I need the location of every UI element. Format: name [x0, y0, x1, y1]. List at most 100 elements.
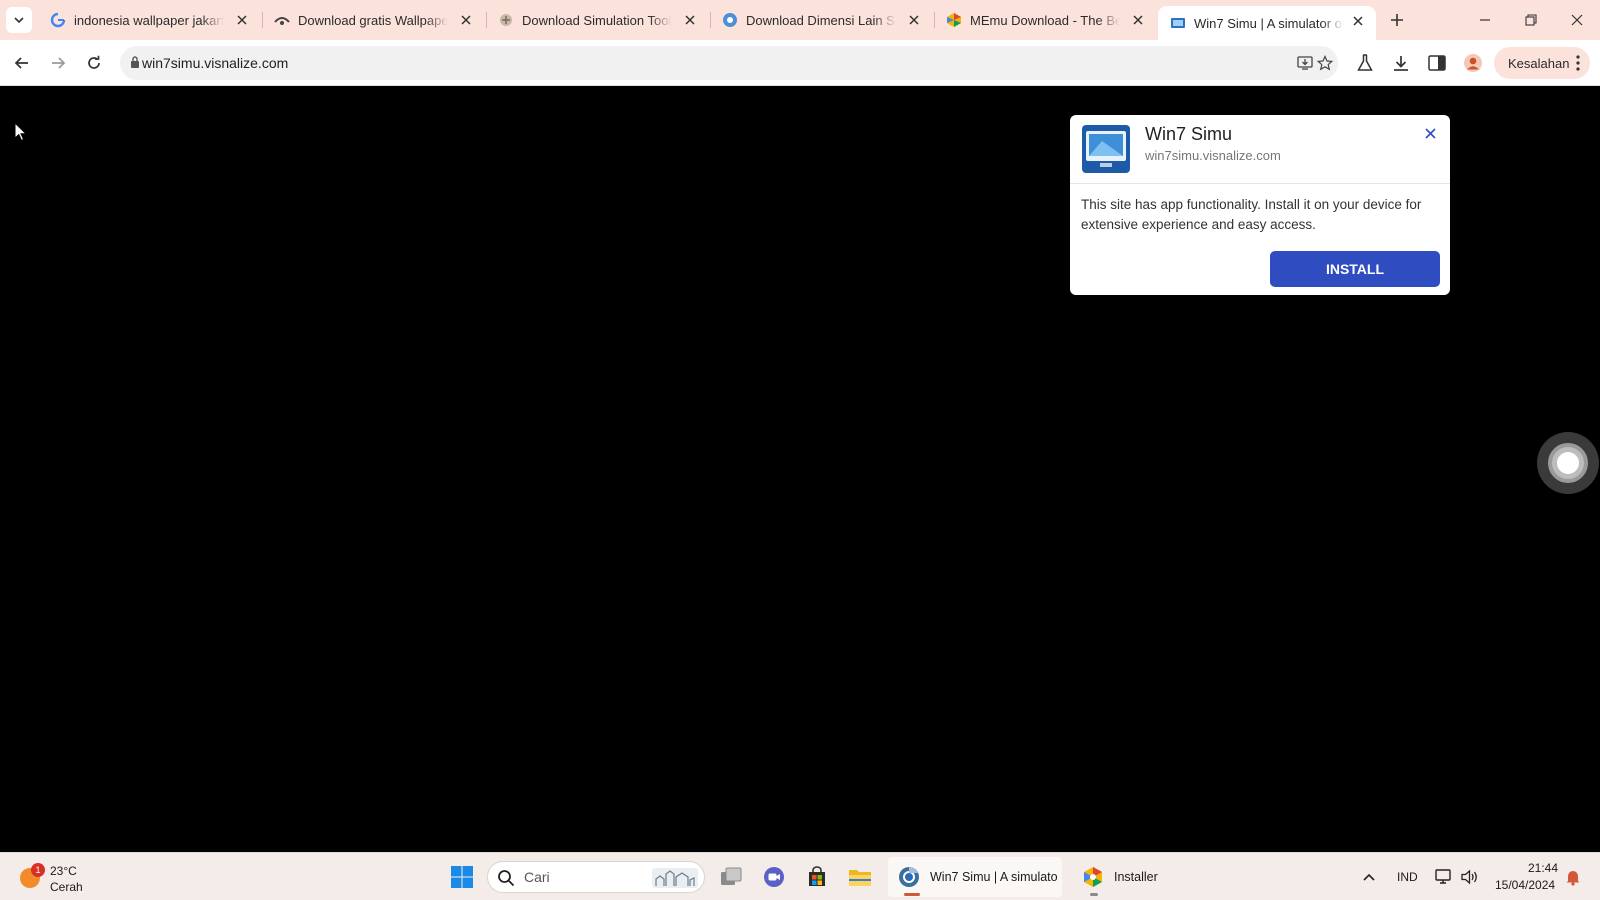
search-highlight-image	[652, 868, 698, 888]
taskbar-app-installer[interactable]: Installer	[1072, 857, 1178, 897]
install-app-icon[interactable]	[1296, 54, 1314, 72]
weather-temperature: 23°C	[50, 864, 77, 878]
restore-icon	[1525, 14, 1537, 26]
arrow-left-icon	[14, 57, 28, 69]
new-tab-button[interactable]	[1386, 9, 1408, 31]
close-icon	[1571, 14, 1583, 26]
tab-title: Win7 Simu | A simulator of	[1194, 15, 1344, 31]
teams-chat-button[interactable]	[758, 861, 790, 893]
clock-time[interactable]: 21:44	[1528, 861, 1558, 875]
taskbar-app-label: Installer	[1114, 870, 1158, 884]
mouse-cursor-icon	[14, 121, 28, 147]
clock-date[interactable]: 15/04/2024	[1495, 878, 1555, 892]
win7-app-icon	[1082, 125, 1130, 173]
close-icon[interactable]	[906, 12, 922, 28]
tab-wallpaper[interactable]: Download gratis Wallpaper	[262, 0, 484, 40]
dimensi-site-icon	[722, 12, 738, 28]
tab-title: Download gratis Wallpaper	[298, 12, 448, 28]
popup-message: This site has app functionality. Install…	[1081, 197, 1422, 232]
language-indicator[interactable]: IND	[1397, 870, 1418, 884]
profile-chip-label: Kesalahan	[1508, 55, 1570, 71]
popup-divider	[1070, 183, 1450, 184]
close-icon[interactable]	[1350, 13, 1366, 29]
search-icon	[497, 869, 515, 892]
close-icon[interactable]	[682, 12, 698, 28]
reload-icon	[88, 55, 100, 69]
install-app-popup: Win7 Simu win7simu.visnalize.com This si…	[1070, 115, 1450, 295]
plus-icon	[1391, 14, 1403, 26]
popup-app-name: Win7 Simu	[1145, 124, 1233, 144]
address-url: win7simu.visnalize.com	[142, 55, 289, 71]
bell-icon	[1566, 871, 1580, 886]
tab-memu[interactable]: MEmu Download - The Best	[934, 0, 1156, 40]
page-viewport[interactable]: Win7 Simu win7simu.visnalize.com This si…	[0, 87, 1600, 852]
lock-icon	[130, 55, 140, 74]
install-button[interactable]: INSTALL	[1270, 251, 1440, 287]
task-view-icon	[721, 867, 742, 885]
profile-error-chip[interactable]: Kesalahan	[1494, 47, 1590, 79]
taskbar-app-chrome[interactable]: Win7 Simu | A simulator	[888, 857, 1062, 897]
popup-close-button[interactable]	[1422, 125, 1438, 141]
chevron-up-icon	[1363, 873, 1375, 881]
restore-button[interactable]	[1508, 0, 1554, 40]
close-icon	[1424, 127, 1436, 139]
chrome-icon	[899, 867, 919, 887]
reload-button[interactable]	[80, 49, 108, 77]
tab-title: MEmu Download - The Best	[970, 12, 1120, 28]
tab-title: Download Simulation Tools	[522, 12, 672, 28]
network-icon	[1435, 869, 1451, 884]
tab-dimensi-lain[interactable]: Download Dimensi Lain Seri	[710, 0, 932, 40]
tab-strip: indonesia wallpaper jakarta Download gra…	[0, 0, 1600, 40]
taskbar-search[interactable]: Cari	[487, 861, 705, 893]
tab-simulation-tools[interactable]: Download Simulation Tools	[486, 0, 708, 40]
installer-icon	[1084, 867, 1102, 887]
chevron-down-icon	[14, 17, 24, 24]
volume-button[interactable]	[1454, 861, 1486, 893]
tab-title: Download Dimensi Lain Seri	[746, 12, 896, 28]
start-button[interactable]	[446, 861, 478, 893]
show-hidden-icons-button[interactable]	[1353, 861, 1385, 893]
arrow-right-icon	[52, 57, 66, 69]
active-indicator	[904, 893, 920, 896]
forward-button[interactable]	[44, 49, 72, 77]
tab-google-search[interactable]: indonesia wallpaper jakarta	[38, 0, 260, 40]
running-indicator	[1090, 893, 1098, 896]
file-explorer-button[interactable]	[844, 861, 876, 893]
assistive-ring-icon	[1548, 443, 1588, 483]
speaker-icon	[1461, 869, 1477, 885]
task-view-button[interactable]	[715, 861, 747, 893]
windows-taskbar: 1 23°C Cerah Cari Win7 Simu | A simulato…	[0, 852, 1600, 900]
simulation-site-icon	[498, 12, 514, 28]
bookmark-star-icon[interactable]	[1316, 54, 1334, 72]
side-panel-icon[interactable]	[1426, 52, 1448, 74]
windows-logo-icon	[451, 866, 473, 888]
notifications-button[interactable]	[1557, 861, 1589, 893]
close-icon[interactable]	[458, 12, 474, 28]
microsoft-store-button[interactable]	[801, 861, 833, 893]
wallpaper-site-icon	[274, 12, 290, 28]
store-icon	[809, 866, 825, 886]
avatar[interactable]	[1462, 52, 1484, 74]
close-icon[interactable]	[234, 12, 250, 28]
address-bar[interactable]: win7simu.visnalize.com	[120, 46, 1338, 80]
tab-title: indonesia wallpaper jakarta	[74, 12, 224, 28]
memu-icon	[946, 12, 962, 28]
popup-domain: win7simu.visnalize.com	[1145, 148, 1281, 163]
weather-widget[interactable]: 1 23°C Cerah	[18, 859, 98, 895]
tab-win7-simu[interactable]: Win7 Simu | A simulator of	[1158, 6, 1376, 40]
tab-search-button[interactable]	[6, 7, 32, 33]
google-icon	[50, 12, 66, 28]
close-icon[interactable]	[1130, 12, 1146, 28]
notification-badge: 1	[31, 863, 45, 877]
download-icon[interactable]	[1390, 52, 1412, 74]
weather-condition: Cerah	[50, 880, 83, 894]
more-vertical-icon[interactable]	[1576, 55, 1580, 74]
floating-assistive-button[interactable]	[1537, 432, 1599, 494]
browser-toolbar: win7simu.visnalize.com Kesalahan	[0, 40, 1600, 86]
minimize-button[interactable]	[1462, 0, 1508, 40]
labs-flask-icon[interactable]	[1354, 52, 1376, 74]
search-placeholder: Cari	[524, 869, 550, 885]
close-window-button[interactable]	[1554, 0, 1600, 40]
win7-icon	[1170, 15, 1186, 31]
back-button[interactable]	[8, 49, 36, 77]
